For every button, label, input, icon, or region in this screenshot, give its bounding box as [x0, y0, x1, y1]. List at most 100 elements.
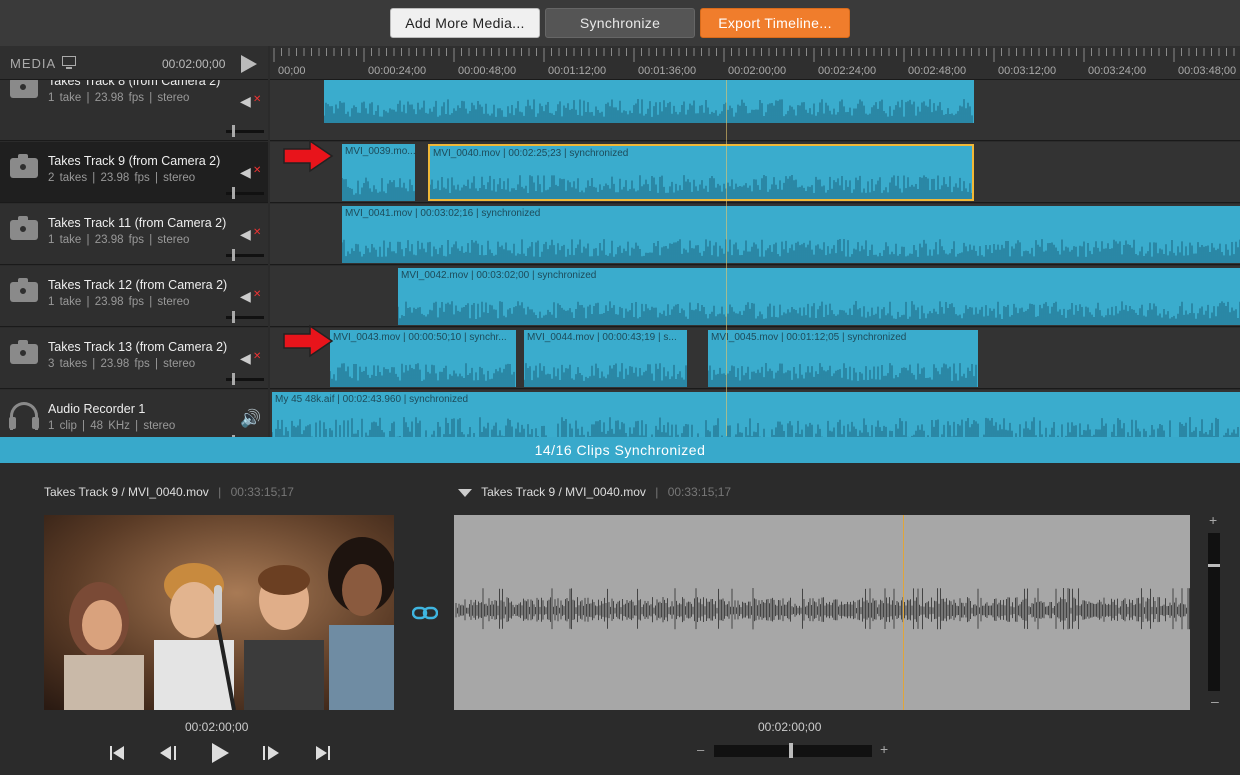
muted-speaker-icon[interactable]: ◀ ✕ — [240, 93, 261, 110]
track-header[interactable]: Takes Track 9 (from Camera 2) 2 takes | 2… — [0, 142, 268, 203]
scrub-slider-thumb[interactable] — [789, 743, 793, 758]
timeline-clip[interactable]: MVI_0045.mov | 00:01:12;05 | synchronize… — [708, 330, 978, 387]
skip-to-start-button[interactable] — [110, 742, 126, 764]
ruler-tick-label: 00:03:12;00 — [998, 65, 1057, 77]
ruler-tick-label: 00:03:24;00 — [1088, 65, 1147, 77]
muted-speaker-icon[interactable]: ◀ ✕ — [240, 226, 261, 243]
clip-label: My 45 48k.aif | 00:02:43.960 | synchroni… — [275, 394, 469, 405]
headphones-icon — [9, 402, 39, 430]
play-button[interactable] — [212, 742, 230, 764]
track-info: 1 take | 23.98 fps | stereo — [48, 92, 190, 104]
step-forward-button[interactable] — [263, 742, 281, 764]
track-lane[interactable]: MVI_0042.mov | 00:03:02;00 | synchronize… — [270, 266, 1240, 327]
clip-waveform — [430, 175, 972, 199]
timeline-clip[interactable]: MVI_0043.mov | 00:00:50;10 | synchr... — [330, 330, 516, 387]
track-name: Takes Track 11 (from Camera 2) — [48, 216, 227, 230]
track-header[interactable]: Takes Track 8 (from Camera 2) 1 take | 23… — [0, 80, 268, 141]
speaker-icon[interactable]: 🔊 — [240, 409, 261, 429]
timeline-clip[interactable]: MVI_0042.mov | 00:03:02;00 | synchronize… — [398, 268, 1240, 325]
waveform-view[interactable] — [454, 515, 1190, 710]
scrub-plus-icon[interactable]: + — [880, 741, 888, 757]
step-back-button[interactable] — [160, 742, 178, 764]
clip-label: MVI_0043.mov | 00:00:50;10 | synchr... — [333, 332, 507, 343]
ruler-tick-label: 00:01:12;00 — [548, 65, 607, 77]
left-viewer-timecode: 00:33:15;17 — [230, 485, 294, 499]
track-info: 2 takes | 23.98 fps | stereo — [48, 172, 196, 184]
timeline-clip[interactable]: MVI_0039.mo... — [342, 144, 415, 201]
ruler-tick-label: 00:00:48;00 — [458, 65, 517, 77]
media-header: MEDIA 00:02:00;00 — [0, 46, 268, 80]
ruler-tick-label: 00:02:48;00 — [908, 65, 967, 77]
muted-speaker-icon[interactable]: ◀ ✕ — [240, 288, 261, 305]
camera-icon — [10, 154, 38, 178]
right-viewer-clip: Takes Track 9 / MVI_0040.mov — [481, 485, 646, 499]
track-lane[interactable] — [270, 80, 1240, 141]
media-label: MEDIA — [10, 56, 57, 71]
ruler-tick-label: 00:00:24;00 — [368, 65, 427, 77]
track-info: 3 takes | 23.98 fps | stereo — [48, 358, 196, 370]
track-lane[interactable]: MVI_0043.mov | 00:00:50;10 | synchr... MV… — [270, 328, 1240, 389]
scrub-minus-icon[interactable]: – — [697, 742, 704, 757]
clip-waveform — [342, 177, 415, 201]
clip-waveform — [708, 363, 977, 387]
red-arrow-icon — [283, 324, 334, 358]
link-icon[interactable] — [411, 604, 439, 625]
muted-speaker-icon[interactable]: ◀ ✕ — [240, 164, 261, 181]
disclosure-triangle-icon[interactable] — [458, 488, 472, 497]
left-viewer-sep: | — [218, 485, 222, 499]
track-name: Takes Track 13 (from Camera 2) — [48, 340, 228, 354]
clip-label: MVI_0041.mov | 00:03:02;16 | synchronize… — [345, 208, 541, 219]
left-viewer-time: 00:02:00;00 — [185, 720, 249, 734]
volume-slider[interactable] — [226, 125, 264, 137]
volume-slider[interactable] — [226, 373, 264, 385]
volume-slider[interactable] — [226, 187, 264, 199]
timeline-clip[interactable]: MVI_0044.mov | 00:00:43;19 | s... — [524, 330, 687, 387]
clip-label: MVI_0039.mo... — [345, 146, 415, 157]
clip-waveform — [324, 99, 973, 123]
camera-icon — [10, 340, 38, 364]
volume-slider[interactable] — [226, 311, 264, 323]
export-timeline-button[interactable]: Export Timeline... — [700, 8, 850, 38]
skip-to-end-button[interactable] — [316, 742, 332, 764]
track-name: Audio Recorder 1 — [48, 402, 146, 416]
synchronize-button[interactable]: Synchronize — [545, 8, 695, 38]
clip-waveform — [342, 239, 1240, 263]
zoom-in-icon[interactable]: + — [1209, 512, 1217, 528]
monitor-icon[interactable] — [62, 56, 76, 69]
zoom-slider-thumb[interactable] — [1208, 564, 1220, 567]
waveform-playhead[interactable] — [903, 515, 904, 710]
zoom-slider[interactable] — [1208, 533, 1220, 691]
playhead-line[interactable] — [726, 80, 727, 436]
timeline-ruler[interactable]: 00;00 00:00:24;00 00:00:48;00 00:01:12;00 00… — [270, 46, 1240, 80]
timeline-clip[interactable]: MVI_0041.mov | 00:03:02;16 | synchronize… — [342, 206, 1240, 263]
scrub-slider[interactable] — [714, 745, 872, 757]
add-more-media-button[interactable]: Add More Media... — [390, 8, 540, 38]
track-info: 1 take | 23.98 fps | stereo — [48, 234, 190, 246]
track-info: 1 take | 23.98 fps | stereo — [48, 296, 190, 308]
track-header[interactable]: Takes Track 11 (from Camera 2) 1 take | 2… — [0, 204, 268, 265]
track-name: Takes Track 8 (from Camera 2) — [48, 80, 221, 88]
current-time: 00:02:00;00 — [162, 57, 226, 71]
camera-icon — [10, 278, 38, 302]
right-viewer-title[interactable]: Takes Track 9 / MVI_0040.mov | 00:33:15;… — [458, 485, 731, 499]
track-name: Takes Track 12 (from Camera 2) — [48, 278, 228, 292]
clip-waveform — [330, 363, 515, 387]
ruler-tick-label: 00;00 — [278, 65, 306, 77]
track-header[interactable]: Takes Track 12 (from Camera 2) 1 take | 2… — [0, 266, 268, 327]
camera-icon — [10, 80, 38, 98]
zoom-out-icon[interactable]: – — [1211, 693, 1219, 709]
track-header[interactable]: Takes Track 13 (from Camera 2) 3 takes | … — [0, 328, 268, 389]
ruler-tick-label: 00:02:24;00 — [818, 65, 877, 77]
video-preview[interactable] — [44, 515, 394, 710]
play-icon[interactable] — [241, 55, 257, 73]
muted-speaker-icon[interactable]: ◀ ✕ — [240, 350, 261, 367]
ruler-tick-label: 00:02:00;00 — [728, 65, 787, 77]
clip-waveform — [524, 363, 687, 387]
timeline-clip[interactable]: MVI_0040.mov | 00:02:25;23 | synchronize… — [428, 144, 974, 201]
volume-slider[interactable] — [226, 249, 264, 261]
track-lane[interactable]: MVI_0039.mo... MVI_0040.mov | 00:02:25;23… — [270, 142, 1240, 203]
track-lane[interactable]: MVI_0041.mov | 00:03:02;16 | synchronize… — [270, 204, 1240, 265]
timeline-clip[interactable] — [324, 80, 974, 123]
clip-label: MVI_0042.mov | 00:03:02;00 | synchronize… — [401, 270, 597, 281]
red-arrow-icon — [283, 139, 334, 173]
